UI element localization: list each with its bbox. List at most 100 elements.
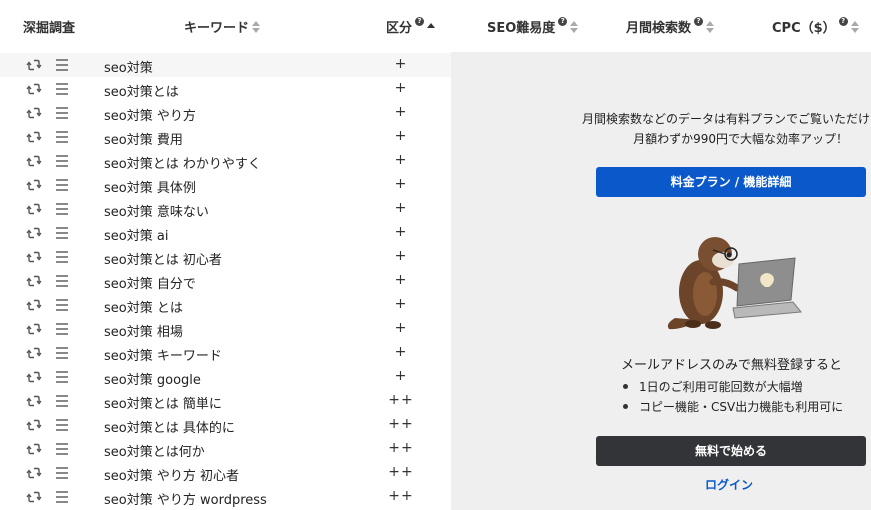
menu-lines-icon[interactable] (56, 225, 68, 241)
category-value[interactable]: + (370, 80, 432, 96)
repeat-icon[interactable] (26, 489, 42, 505)
keyword-text[interactable]: seo対策 とは (104, 297, 183, 316)
category-value[interactable]: + (370, 176, 432, 192)
menu-lines-icon[interactable] (56, 57, 68, 73)
help-icon[interactable]: ? (415, 17, 425, 26)
keyword-text[interactable]: seo対策 google (104, 369, 201, 388)
menu-lines-icon[interactable] (56, 321, 68, 337)
table-row: seo対策 google + (0, 365, 451, 389)
sort-asc-icon[interactable] (427, 23, 436, 30)
keyword-text[interactable]: seo対策 やり方 wordpress (104, 489, 267, 508)
table-row: seo対策とは何か ++ (0, 437, 451, 461)
menu-lines-icon[interactable] (56, 249, 68, 265)
keyword-text[interactable]: seo対策 やり方 初心者 (104, 465, 239, 484)
start-free-button[interactable]: 無料で始める (596, 436, 866, 466)
category-value[interactable]: + (370, 344, 432, 360)
category-value[interactable]: ++ (370, 392, 432, 408)
menu-lines-icon[interactable] (56, 489, 68, 505)
menu-lines-icon[interactable] (56, 465, 68, 481)
login-link[interactable]: ログイン (705, 476, 753, 493)
keyword-text[interactable]: seo対策 自分で (104, 273, 196, 292)
repeat-icon[interactable] (26, 153, 42, 169)
col-category-header[interactable]: 区分 ? (386, 17, 436, 36)
keyword-text[interactable]: seo対策 やり方 (104, 105, 196, 124)
category-value[interactable]: ++ (370, 488, 432, 504)
category-value[interactable]: + (370, 296, 432, 312)
plan-details-button[interactable]: 料金プラン / 機能詳細 (596, 167, 866, 197)
promo-line-2: 月額わずか990円で大幅な効率アップ！ (633, 132, 848, 146)
keyword-text[interactable]: seo対策 (104, 57, 153, 76)
category-value[interactable]: ++ (370, 464, 432, 480)
repeat-icon[interactable] (26, 225, 42, 241)
bullet-icon (623, 384, 628, 389)
category-value[interactable]: + (370, 320, 432, 336)
col-volume-header[interactable]: 月間検索数 ? (626, 17, 715, 36)
repeat-icon[interactable] (26, 369, 42, 385)
keyword-text[interactable]: seo対策 ai (104, 225, 168, 244)
menu-lines-icon[interactable] (56, 177, 68, 193)
menu-lines-icon[interactable] (56, 81, 68, 97)
repeat-icon[interactable] (26, 465, 42, 481)
menu-lines-icon[interactable] (56, 105, 68, 121)
col-seo-header[interactable]: SEO難易度 ? (487, 17, 579, 36)
repeat-icon[interactable] (26, 105, 42, 121)
repeat-icon[interactable] (26, 441, 42, 457)
menu-lines-icon[interactable] (56, 153, 68, 169)
repeat-icon[interactable] (26, 81, 42, 97)
category-value[interactable]: + (370, 56, 432, 72)
category-value[interactable]: + (370, 200, 432, 216)
repeat-icon[interactable] (26, 321, 42, 337)
help-icon[interactable]: ? (558, 17, 568, 26)
keyword-text[interactable]: seo対策 相場 (104, 321, 183, 340)
keyword-text[interactable]: seo対策とは何か (104, 441, 205, 460)
repeat-icon[interactable] (26, 249, 42, 265)
help-icon[interactable]: ? (838, 17, 848, 26)
keyword-text[interactable]: seo対策とは わかりやすく (104, 153, 261, 172)
col-keyword-header[interactable]: キーワード (184, 17, 261, 36)
menu-lines-icon[interactable] (56, 297, 68, 313)
menu-lines-icon[interactable] (56, 417, 68, 433)
category-value[interactable]: ++ (370, 440, 432, 456)
repeat-icon[interactable] (26, 393, 42, 409)
repeat-icon[interactable] (26, 129, 42, 145)
keyword-text[interactable]: seo対策 具体例 (104, 177, 196, 196)
repeat-icon[interactable] (26, 177, 42, 193)
keyword-text[interactable]: seo対策とは 具体的に (104, 417, 235, 436)
keyword-text[interactable]: seo対策 意味ない (104, 201, 209, 220)
repeat-icon[interactable] (26, 201, 42, 217)
sort-icon[interactable] (570, 20, 579, 33)
sort-icon[interactable] (706, 20, 715, 33)
help-icon[interactable]: ? (694, 17, 704, 26)
keyword-text[interactable]: seo対策 キーワード (104, 345, 222, 364)
menu-lines-icon[interactable] (56, 345, 68, 361)
keyword-text[interactable]: seo対策とは 初心者 (104, 249, 222, 268)
category-value[interactable]: + (370, 272, 432, 288)
repeat-icon[interactable] (26, 297, 42, 313)
category-value[interactable]: + (370, 152, 432, 168)
table-row: seo対策 + (0, 53, 451, 77)
bullet-icon (623, 404, 628, 409)
menu-lines-icon[interactable] (56, 273, 68, 289)
category-value[interactable]: + (370, 368, 432, 384)
col-cpc-header[interactable]: CPC（$） ? (772, 17, 859, 36)
menu-lines-icon[interactable] (56, 369, 68, 385)
category-value[interactable]: + (370, 224, 432, 240)
category-value[interactable]: + (370, 128, 432, 144)
sort-icon[interactable] (252, 20, 261, 33)
menu-lines-icon[interactable] (56, 129, 68, 145)
category-value[interactable]: ++ (370, 416, 432, 432)
keyword-text[interactable]: seo対策とは 簡単に (104, 393, 222, 412)
repeat-icon[interactable] (26, 417, 42, 433)
repeat-icon[interactable] (26, 273, 42, 289)
repeat-icon[interactable] (26, 57, 42, 73)
menu-lines-icon[interactable] (56, 393, 68, 409)
category-value[interactable]: + (370, 104, 432, 120)
keyword-text[interactable]: seo対策 費用 (104, 129, 183, 148)
keyword-text[interactable]: seo対策とは (104, 81, 179, 100)
table-row: seo対策とは + (0, 77, 451, 101)
menu-lines-icon[interactable] (56, 201, 68, 217)
menu-lines-icon[interactable] (56, 441, 68, 457)
category-value[interactable]: + (370, 248, 432, 264)
sort-icon[interactable] (850, 20, 859, 33)
repeat-icon[interactable] (26, 345, 42, 361)
